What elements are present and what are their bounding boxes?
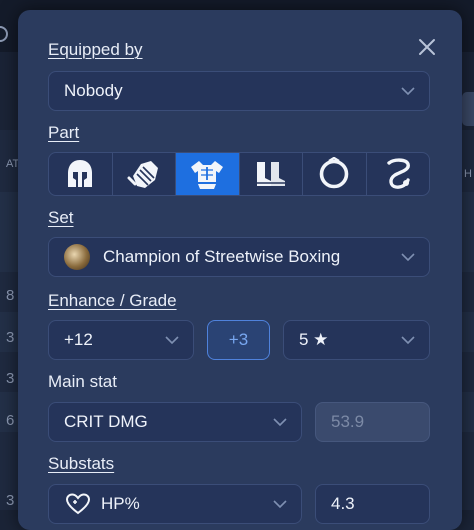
hp-heart-icon: [66, 493, 90, 515]
close-icon: [419, 39, 435, 55]
gloves-icon: [127, 161, 158, 188]
grade-select[interactable]: 5 ★: [283, 320, 430, 360]
equipped-by-value: Nobody: [64, 81, 123, 100]
bg-tab: [462, 92, 474, 126]
main-stat-select[interactable]: CRIT DMG: [48, 402, 302, 442]
bg-cell: 3: [6, 329, 15, 346]
helmet-icon: [68, 160, 93, 187]
item-editor-modal: Equipped by Nobody Part Set Champion of …: [18, 10, 462, 530]
chevron-down-icon: [273, 500, 287, 509]
chevron-down-icon: [165, 336, 179, 345]
main-stat-value-input: 53.9: [315, 402, 430, 442]
set-emblem-icon: [64, 244, 90, 270]
set-label: Set: [48, 208, 74, 227]
chevron-down-icon: [273, 418, 287, 427]
close-button[interactable]: [416, 36, 438, 58]
chevron-down-icon: [401, 336, 415, 345]
main-stat-name: CRIT DMG: [64, 412, 148, 431]
bg-cell: 3: [6, 492, 15, 509]
substat-select[interactable]: HP%: [48, 484, 302, 524]
part-option-gloves[interactable]: [113, 153, 176, 195]
ring-icon: [319, 157, 349, 189]
part-option-chest[interactable]: [176, 153, 240, 195]
substats-label: Substats: [48, 454, 115, 473]
chest-armor-icon: [191, 161, 224, 189]
substat-value-input[interactable]: 4.3: [315, 484, 430, 524]
substat-name: HP%: [101, 494, 140, 513]
set-select[interactable]: Champion of Streetwise Boxing: [48, 237, 430, 277]
part-option-boots[interactable]: [240, 153, 303, 195]
enhance-level-value: +12: [64, 330, 93, 349]
chevron-down-icon: [401, 87, 415, 96]
necklace-icon: [387, 158, 410, 189]
enhance-grade-label: Enhance / Grade: [48, 291, 177, 310]
boots-icon: [256, 162, 285, 186]
part-option-ring[interactable]: [303, 153, 367, 195]
bg-cell: 3: [6, 370, 15, 387]
set-value: Champion of Streetwise Boxing: [103, 247, 341, 266]
grade-value: 5 ★: [299, 330, 329, 349]
main-stat-label: Main stat: [48, 372, 117, 391]
enhance-bonus-value: +3: [228, 330, 249, 349]
main-stat-value: 53.9: [331, 412, 365, 431]
substat-value: 4.3: [331, 494, 355, 513]
part-selector: [48, 152, 430, 196]
bg-cell: 6: [6, 412, 15, 429]
chevron-down-icon: [401, 253, 415, 262]
part-option-necklace[interactable]: [367, 153, 430, 195]
bg-cell: 8: [6, 287, 15, 304]
equipped-by-select[interactable]: Nobody: [48, 71, 430, 111]
bg-header-text: H: [464, 168, 472, 180]
equipped-by-label: Equipped by: [48, 40, 143, 59]
enhance-bonus-button[interactable]: +3: [207, 320, 270, 360]
enhance-level-select[interactable]: +12: [48, 320, 194, 360]
part-option-helmet[interactable]: [49, 153, 113, 195]
part-label: Part: [48, 123, 80, 142]
